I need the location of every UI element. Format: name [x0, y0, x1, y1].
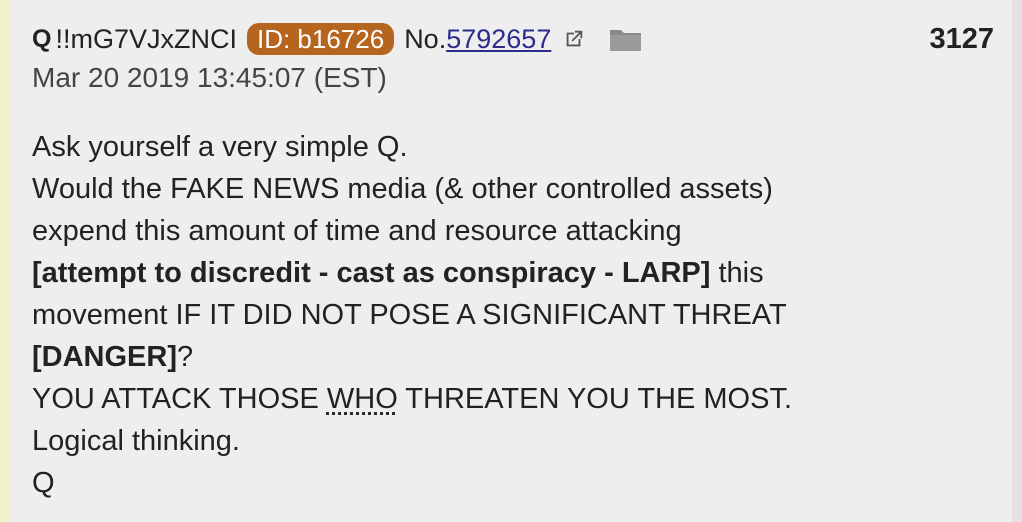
body-line: Would the FAKE NEWS media (& other contr…: [32, 173, 773, 205]
external-link-icon[interactable]: [563, 28, 585, 50]
body-text: YOU ATTACK THOSE: [32, 383, 327, 415]
post-frame: Q !!mG7VJxZNCI ID: b16726 No.5792657 312…: [0, 0, 1022, 522]
abbreviation-who[interactable]: WHO: [327, 383, 398, 415]
bold-bracket-text: [attempt to discredit - cast as conspira…: [32, 257, 711, 289]
body-line: YOU ATTACK THOSE WHO THREATEN YOU THE MO…: [32, 378, 994, 420]
body-text: this: [710, 257, 764, 289]
post-number-prefix: No.: [404, 23, 447, 54]
reply-count: 3127: [929, 22, 994, 55]
folder-icon[interactable]: [609, 26, 643, 52]
post-number-link[interactable]: 5792657: [446, 24, 551, 54]
body-line: Logical thinking.: [32, 425, 240, 457]
post-number: No.5792657: [404, 24, 585, 55]
tripcode: !!mG7VJxZNCI: [55, 23, 237, 54]
signature: Q: [32, 467, 55, 499]
poster-name: Q: [32, 24, 52, 53]
body-line: [DANGER]?: [32, 336, 994, 378]
left-accent-bar: [0, 0, 10, 522]
body-line: Ask yourself a very simple Q.: [32, 131, 408, 163]
body-text: THREATEN YOU THE MOST.: [397, 383, 793, 415]
post-date: Mar 20 2019 13:45:07 (EST): [32, 62, 387, 93]
post-container: Q !!mG7VJxZNCI ID: b16726 No.5792657 312…: [32, 18, 994, 504]
poster-id-badge[interactable]: ID: b16726: [246, 23, 395, 55]
body-text: ?: [177, 341, 194, 373]
post-header: Q !!mG7VJxZNCI ID: b16726 No.5792657 312…: [32, 18, 994, 60]
body-line: expend this amount of time and resource …: [32, 215, 682, 247]
scrollbar-edge: [1012, 0, 1022, 522]
body-line: movement IF IT DID NOT POSE A SIGNIFICAN…: [32, 299, 787, 331]
body-line: [attempt to discredit - cast as conspira…: [32, 252, 994, 294]
bold-bracket-text: [DANGER]: [32, 341, 177, 373]
post-body: Ask yourself a very simple Q. Would the …: [32, 126, 994, 504]
